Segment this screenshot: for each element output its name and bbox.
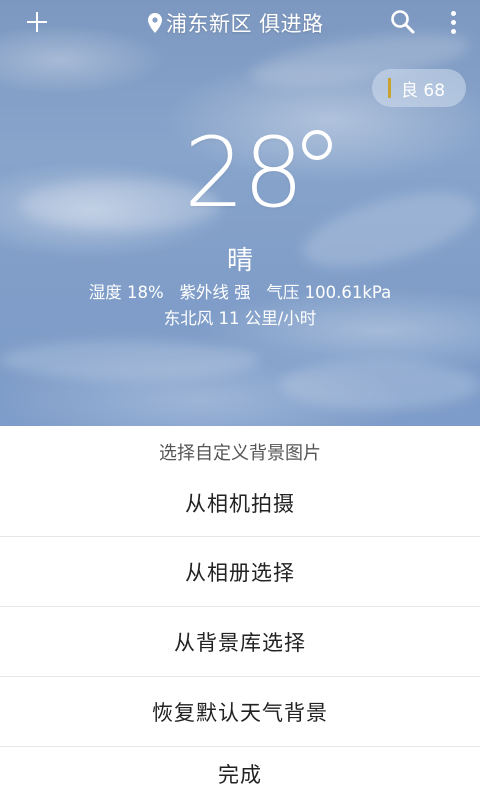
search-icon[interactable]: [389, 8, 417, 36]
weather-details: 湿度 18% 紫外线 强 气压 100.61kPa: [88, 283, 392, 302]
degree-symbol: [302, 130, 332, 160]
location-selector[interactable]: 浦东新区 俱进路: [148, 8, 324, 38]
choose-from-library-option[interactable]: 从背景库选择: [0, 607, 480, 677]
choose-from-album-option[interactable]: 从相册选择: [0, 537, 480, 607]
top-bar: 浦东新区 俱进路: [0, 0, 480, 46]
air-quality-badge[interactable]: 良 68: [372, 69, 466, 107]
weather-background: 浦东新区 俱进路 良 68 28 晴 湿度 18% 紫外线 强 气压 100.6…: [0, 0, 480, 426]
wind-info: 东北风 11 公里/小时: [163, 309, 317, 328]
more-options-button[interactable]: [446, 10, 462, 36]
background-options-sheet: 选择自定义背景图片 从相机拍摄 从相册选择 从背景库选择 恢复默认天气背景 完成: [0, 426, 480, 800]
air-quality-indicator: [388, 78, 391, 98]
take-photo-option[interactable]: 从相机拍摄: [0, 468, 480, 538]
add-city-button[interactable]: [24, 9, 50, 35]
weather-condition: 晴: [226, 246, 253, 276]
more-vertical-icon: [451, 11, 456, 16]
cloud-decoration: [0, 340, 260, 380]
temperature-value: 28: [183, 117, 304, 229]
more-vertical-icon-dot: [451, 29, 456, 34]
done-button[interactable]: 完成: [0, 747, 480, 800]
weather-app-screen: 浦东新区 俱进路 良 68 28 晴 湿度 18% 紫外线 强 气压 100.6…: [0, 0, 480, 800]
location-label: 浦东新区 俱进路: [166, 12, 324, 36]
map-pin-icon: [148, 13, 162, 33]
cloud-decoration: [280, 360, 480, 410]
more-vertical-icon-dot: [451, 20, 456, 25]
restore-default-option[interactable]: 恢复默认天气背景: [0, 677, 480, 747]
sheet-title: 选择自定义背景图片: [159, 443, 321, 464]
air-quality-label: 良 68: [401, 80, 446, 101]
